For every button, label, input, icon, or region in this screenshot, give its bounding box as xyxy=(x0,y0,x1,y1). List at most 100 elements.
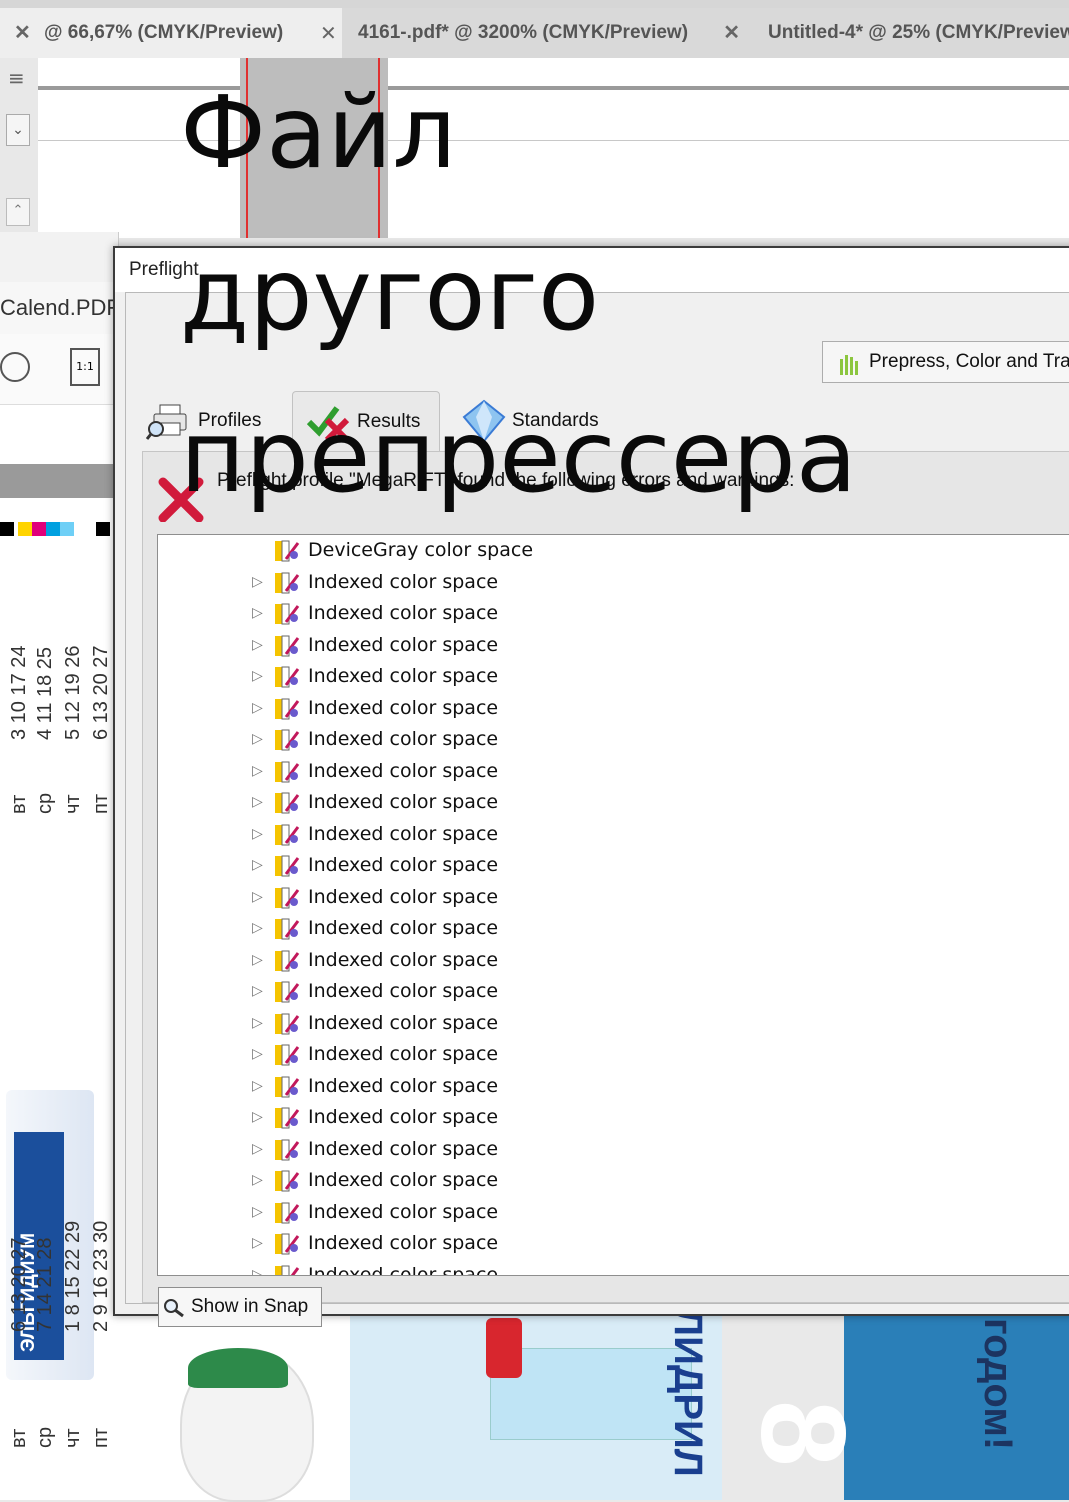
tree-item[interactable]: ▷ Indexed color space xyxy=(158,1102,1058,1133)
expand-arrow-icon[interactable]: ▷ xyxy=(252,787,263,818)
expand-arrow-icon[interactable]: ▷ xyxy=(252,1134,263,1165)
tree-item[interactable]: ▷ Indexed color space xyxy=(158,1228,1058,1259)
tree-item-label: Indexed color space xyxy=(308,854,499,876)
color-space-icon xyxy=(274,1043,300,1067)
tree-item[interactable]: ▷ Indexed color space xyxy=(158,913,1058,944)
tree-item-label: Indexed color space xyxy=(308,1169,499,1191)
document-tab-label: Untitled-4* @ 25% (CMYK/Preview) xyxy=(768,22,1069,43)
expand-arrow-icon[interactable]: ▷ xyxy=(252,630,263,661)
expand-arrow-icon[interactable]: ▷ xyxy=(252,1071,263,1102)
tree-item[interactable]: ▷ Indexed color space xyxy=(158,945,1058,976)
tree-item[interactable]: ▷ Indexed color space xyxy=(158,693,1058,724)
calendar-day: пт xyxy=(90,1428,112,1448)
close-tab-icon[interactable]: ✕ xyxy=(14,8,31,58)
color-space-icon xyxy=(274,854,300,878)
tree-item[interactable]: ▷ Indexed color space xyxy=(158,598,1058,629)
calendar-column: 2 9 16 23 30 xyxy=(90,1220,112,1332)
chevron-down-icon[interactable]: ⌄ xyxy=(6,114,30,146)
calendar-day: вт xyxy=(8,794,30,814)
color-space-icon xyxy=(274,602,300,626)
expand-arrow-icon[interactable]: ▷ xyxy=(252,850,263,881)
close-tab-icon[interactable]: ✕ xyxy=(320,8,337,58)
tree-item-label: Indexed color space xyxy=(308,633,499,656)
color-swatch xyxy=(32,522,46,536)
tree-item[interactable]: ▷ Indexed color space xyxy=(158,661,1058,692)
calendar-day: ср xyxy=(34,792,56,814)
tree-item[interactable]: ▷ Indexed color space xyxy=(158,1134,1058,1165)
acrobat-tabbar xyxy=(0,232,118,282)
ad-greeting: годом! xyxy=(976,1318,1020,1451)
document-tab-2[interactable]: 4161-.pdf* @ 3200% (CMYK/Preview) ✕ xyxy=(342,8,755,58)
acrobat-document-tab[interactable]: Calend.PDF xyxy=(0,282,118,335)
expand-arrow-icon[interactable]: ▷ xyxy=(252,882,263,913)
expand-arrow-icon[interactable]: ▷ xyxy=(252,756,263,787)
tree-item[interactable]: ▷ Indexed color space xyxy=(158,787,1058,818)
tree-item-label: Indexed color space xyxy=(308,980,499,1002)
tree-item[interactable]: ▷ Indexed color space xyxy=(158,567,1058,598)
expand-arrow-icon[interactable]: ▷ xyxy=(252,661,263,692)
tree-item-label: Indexed color space xyxy=(308,759,499,782)
document-tab-3[interactable]: Untitled-4* @ 25% (CMYK/Preview) xyxy=(754,8,1069,58)
expand-arrow-icon[interactable]: ▷ xyxy=(252,1102,263,1133)
ad-lidril: ЛИДРИЛ xyxy=(350,1308,722,1500)
tree-item[interactable]: ▷ Indexed color space xyxy=(158,1197,1058,1228)
tree-item[interactable]: ▷ Indexed color space xyxy=(158,756,1058,787)
expand-arrow-icon[interactable]: ▷ xyxy=(252,567,263,598)
color-space-icon xyxy=(274,1012,300,1036)
document-tab-label: 4161-.pdf* @ 3200% (CMYK/Preview) xyxy=(358,22,689,43)
color-space-icon xyxy=(274,1201,300,1225)
expand-arrow-icon[interactable]: ▷ xyxy=(252,693,263,724)
color-space-icon xyxy=(274,823,300,847)
expand-arrow-icon[interactable]: ▷ xyxy=(252,1197,263,1228)
tree-item[interactable]: ▷ Indexed color space xyxy=(158,882,1058,913)
calendar-column: 6 13 20 27 xyxy=(90,645,112,740)
expand-arrow-icon[interactable]: ▷ xyxy=(252,976,263,1007)
calendar-column: 6 13 20 27 xyxy=(8,1237,30,1332)
tree-item[interactable]: ▷ Indexed color space xyxy=(158,819,1058,850)
expand-arrow-icon[interactable]: ▷ xyxy=(252,598,263,629)
document-tab-1[interactable]: ✕ @ 66,67% (CMYK/Preview) xyxy=(0,8,343,58)
tree-item-label: Indexed color space xyxy=(308,948,499,971)
expand-arrow-icon[interactable]: ▷ xyxy=(252,913,263,944)
color-space-icon xyxy=(274,697,300,721)
scroll-mode-icon[interactable] xyxy=(0,352,30,382)
actual-size-icon[interactable]: 1:1 xyxy=(70,348,100,386)
color-space-icon xyxy=(274,1264,300,1275)
tree-item[interactable]: ▷ Indexed color space xyxy=(158,724,1058,755)
results-tree[interactable]: DeviceGray color space ▷ Indexed color sp… xyxy=(157,534,1069,1276)
tree-item[interactable]: ▷ Indexed color space xyxy=(158,1260,1058,1276)
color-space-icon xyxy=(274,1075,300,1099)
expand-arrow-icon[interactable]: ▷ xyxy=(252,724,263,755)
tree-item[interactable]: ▷ Indexed color space xyxy=(158,1039,1058,1070)
tree-item-label: Indexed color space xyxy=(308,1263,499,1276)
expand-arrow-icon[interactable]: ▷ xyxy=(252,1260,263,1276)
color-space-icon xyxy=(274,1169,300,1193)
tree-item[interactable]: ▷ Indexed color space xyxy=(158,976,1058,1007)
menu-icon[interactable]: ≡ xyxy=(8,66,25,90)
color-space-icon xyxy=(274,791,300,815)
expand-arrow-icon[interactable]: ▷ xyxy=(252,819,263,850)
tree-item-label: DeviceGray color space xyxy=(308,539,534,561)
ad-year-digit: 8 xyxy=(736,1400,870,1467)
tree-item[interactable]: ▷ Indexed color space xyxy=(158,1071,1058,1102)
ad-strip: ЛИДРИЛ 8 годом! xyxy=(118,1308,1069,1502)
tree-item[interactable]: ▷ Indexed color space xyxy=(158,630,1058,661)
expand-arrow-icon[interactable]: ▷ xyxy=(252,1165,263,1196)
scroll-up-icon[interactable]: ⌃ xyxy=(6,198,30,226)
calendar-day: вт xyxy=(8,1428,30,1448)
tree-item[interactable]: ▷ Indexed color space xyxy=(158,1165,1058,1196)
tree-item-label: Indexed color space xyxy=(308,917,499,939)
tree-item[interactable]: DeviceGray color space xyxy=(158,535,1058,566)
calendar-column: 4 11 18 25 xyxy=(34,646,56,740)
expand-arrow-icon[interactable]: ▷ xyxy=(252,1008,263,1039)
expand-arrow-icon[interactable]: ▷ xyxy=(252,945,263,976)
expand-arrow-icon[interactable]: ▷ xyxy=(252,1039,263,1070)
show-in-snap-button[interactable]: Show in Snap xyxy=(158,1287,322,1327)
product-tube-image xyxy=(486,1318,522,1378)
close-tab-icon[interactable]: ✕ xyxy=(723,8,740,58)
ad-brand: ЛИДРИЛ xyxy=(666,1308,710,1477)
tree-item-label: Indexed color space xyxy=(308,1200,499,1223)
tree-item[interactable]: ▷ Indexed color space xyxy=(158,850,1058,881)
expand-arrow-icon[interactable]: ▷ xyxy=(252,1228,263,1259)
tree-item[interactable]: ▷ Indexed color space xyxy=(158,1008,1058,1039)
